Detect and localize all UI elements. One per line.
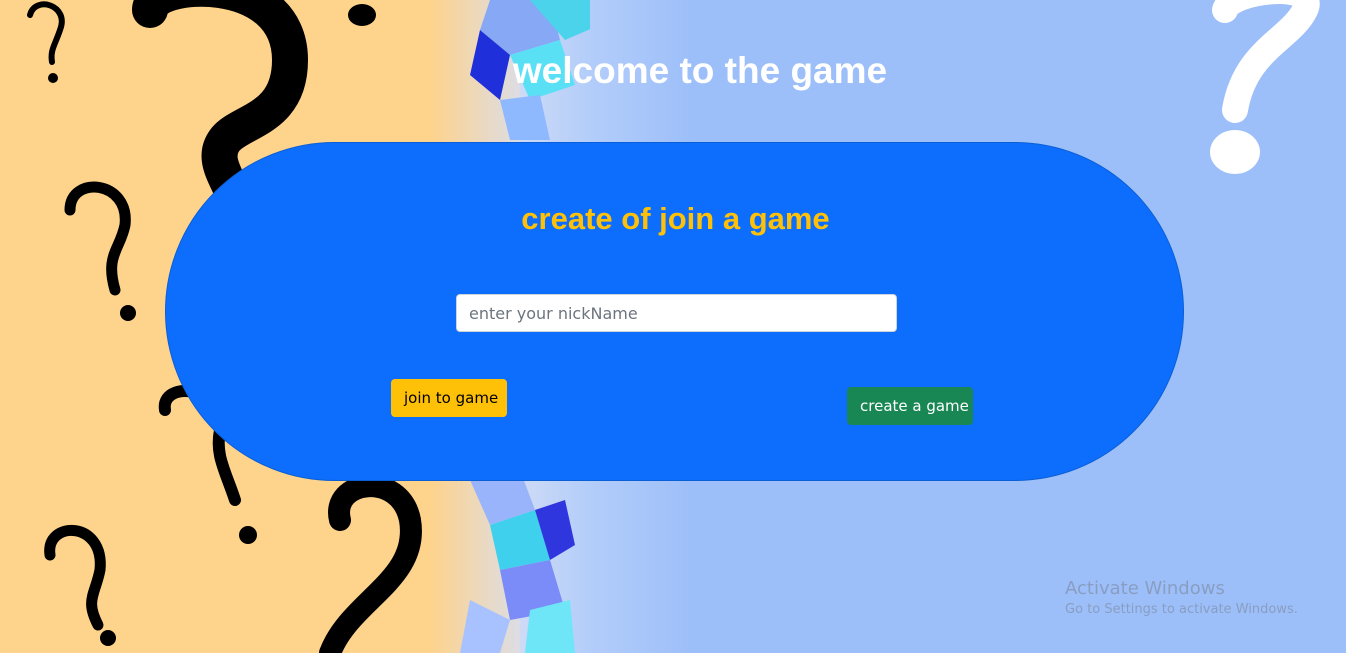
activate-windows-watermark: Activate Windows Go to Settings to activ… bbox=[1065, 578, 1298, 617]
page-title: welcome to the game bbox=[512, 50, 888, 91]
question-mark-dot-icon bbox=[348, 4, 376, 26]
create-game-button[interactable]: create a game bbox=[847, 387, 973, 425]
question-mark-dot-icon bbox=[1210, 130, 1260, 174]
question-mark-icon bbox=[319, 475, 422, 653]
game-panel: create of join a game join to game creat… bbox=[165, 142, 1184, 481]
join-game-button[interactable]: join to game bbox=[391, 379, 507, 417]
cube-icon bbox=[500, 95, 550, 140]
watermark-title: Activate Windows bbox=[1065, 578, 1225, 599]
question-mark-icon bbox=[44, 524, 106, 631]
panel-heading: create of join a game bbox=[521, 201, 830, 236]
question-mark-dot-icon bbox=[120, 305, 136, 321]
question-mark-dot-icon bbox=[100, 630, 116, 646]
watermark-subtitle: Go to Settings to activate Windows. bbox=[1065, 602, 1298, 617]
question-mark-icon bbox=[64, 181, 131, 296]
question-mark-dot-icon bbox=[239, 526, 257, 544]
nickname-input[interactable] bbox=[456, 294, 897, 332]
white-question-mark-decoration bbox=[1210, 0, 1320, 174]
